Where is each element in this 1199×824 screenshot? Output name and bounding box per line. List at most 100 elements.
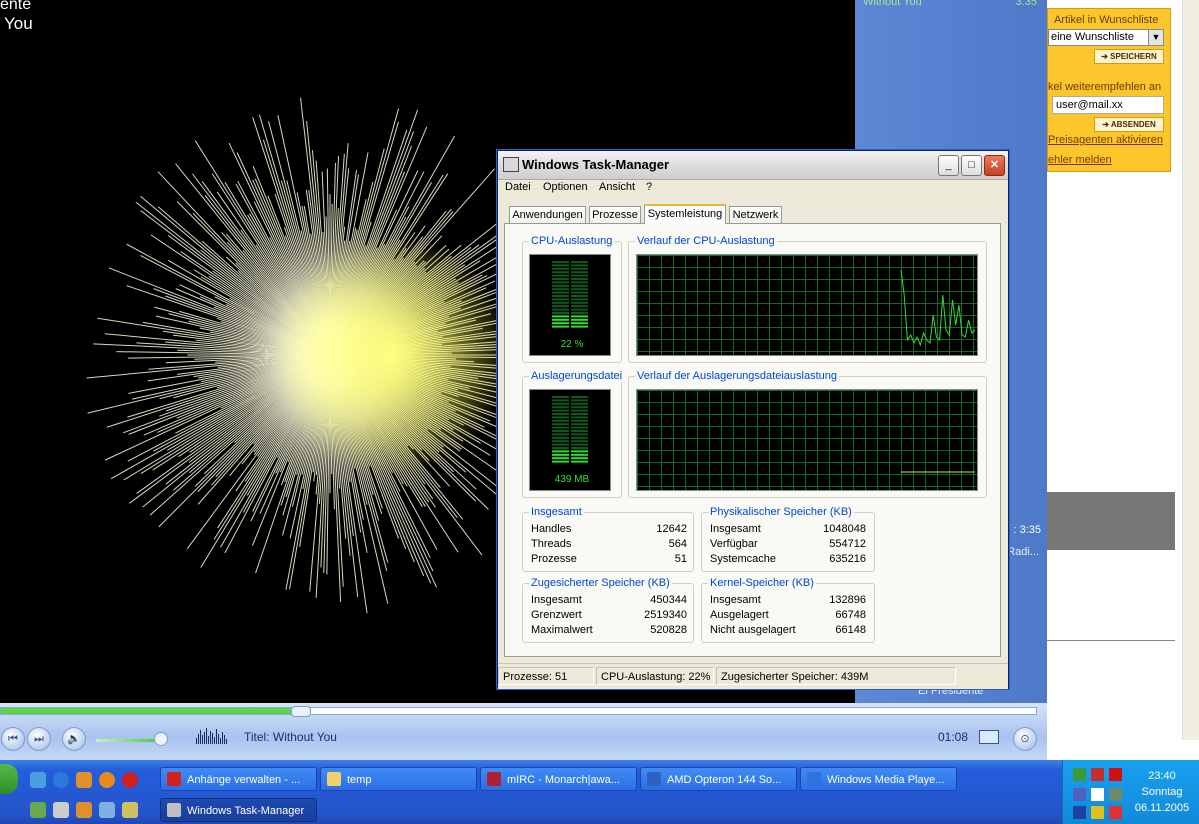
search-icon[interactable] [76,802,92,818]
stat-key: Verfügbar [710,538,758,550]
meter-segment [571,315,588,318]
calculator-icon[interactable] [53,802,69,818]
tray-alert-icon[interactable] [1109,806,1122,819]
window-titlebar[interactable]: Windows Task-Manager _ □ ✕ [498,151,1008,180]
next-button[interactable]: ⏭ [27,727,51,751]
stat-row: Insgesamt 132896 [710,594,866,609]
wishlist-box: Artikel in Wunschliste eine Wunschliste … [1047,8,1171,172]
meter-segment [552,291,569,294]
meter-segment [571,261,588,263]
clock-time: 23:40 [1148,770,1176,782]
close-button[interactable]: ✕ [984,155,1005,176]
network-icon[interactable] [30,802,46,818]
meter-segment [571,325,588,328]
firefox-icon[interactable] [99,772,115,788]
stat-row: Grenzwert 2519340 [531,609,687,624]
price-agent-link[interactable]: Preisagenten aktivieren [1048,134,1163,146]
maximize-icon: □ [968,159,975,171]
taskbar-button[interactable]: Anhänge verwalten - ... [160,767,317,791]
previous-button[interactable]: ⏮ [1,727,25,751]
stat-value: 450344 [650,594,687,606]
meter-segment [552,325,569,328]
minimize-button[interactable]: _ [938,155,959,176]
volume-icon[interactable] [1091,788,1104,801]
status-bar: Prozesse: 51 CPU-Auslastung: 22% Zugesic… [498,663,1008,689]
tab-applications[interactable]: Anwendungen [509,206,586,223]
meter-segment [552,312,569,314]
collapse-icon: ⊙ [1020,733,1030,745]
meter-segment [571,457,588,460]
cpu-history-label: Verlauf der CPU-Auslastung [635,235,777,247]
stat-row: Insgesamt 450344 [531,594,687,609]
elapsed-time: 01:08 [938,730,969,744]
clock[interactable]: 23:40 Sonntag 06.11.2005 [1127,768,1197,816]
tray-green-icon[interactable] [1073,768,1086,781]
volume-handle[interactable] [154,732,168,746]
seek-bar[interactable] [0,706,1037,717]
wishlist-select[interactable]: eine Wunschliste ▼ [1048,29,1164,46]
report-error-link[interactable]: ehler melden [1048,154,1112,166]
meter-segment [571,430,588,432]
status-processes: Prozesse: 51 [498,667,594,685]
tray-shield-icon[interactable] [1073,806,1086,819]
internet-explorer-icon[interactable] [53,772,69,788]
meter-segment [552,430,569,432]
meter-segment [552,305,569,308]
quicklaunch-app-icon[interactable] [76,772,92,788]
vertical-scrollbar[interactable] [1182,0,1199,740]
tab-performance[interactable]: Systemleistung [644,204,726,224]
taskbar-button[interactable]: Windows Media Playe... [800,767,957,791]
meter-segment [571,453,588,456]
meter-segment [552,288,569,291]
menu-view[interactable]: Ansicht [599,181,635,193]
task-manager-icon [503,157,519,172]
stat-row: Insgesamt 1048048 [710,523,866,538]
start-button[interactable] [0,764,18,794]
chevron-down-icon[interactable]: ▼ [1148,30,1163,45]
meter-segment [571,295,588,297]
meter-segment [552,315,569,318]
send-button[interactable]: ➔ ABSENDEN [1094,117,1164,132]
tab-processes[interactable]: Prozesse [589,206,641,223]
taskbar-button-active[interactable]: Windows Task-Manager [160,798,317,822]
email-field[interactable]: user@mail.xx [1052,96,1164,114]
wishlist-title: Artikel in Wunschliste [1054,14,1159,26]
tray-app-icon[interactable] [1091,768,1104,781]
menu-options[interactable]: Optionen [543,181,588,193]
meter-segment [571,271,588,274]
desktop-icon[interactable] [30,772,46,788]
totals-label: Insgesamt [529,506,584,518]
previous-icon: ⏮ [8,733,18,745]
maximize-button[interactable]: □ [961,155,982,176]
browser-icon [647,772,661,786]
tray-pencil-icon[interactable] [1091,806,1104,819]
playlist-radio-link[interactable]: Radi... [1007,546,1039,558]
menu-file[interactable]: Datei [505,181,531,193]
volume-slider[interactable] [96,739,162,742]
taskbar-button[interactable]: mIRC - Monarch|awa... [480,767,637,791]
tools-icon[interactable] [122,802,138,818]
ati-icon[interactable] [1109,768,1122,781]
messenger-icon[interactable] [99,802,115,818]
seek-handle[interactable] [290,706,311,717]
stat-value: 2519340 [644,609,687,621]
taskbar-button[interactable]: temp [320,767,477,791]
meter-segment [571,426,588,429]
meter-segment [552,460,569,463]
tab-network[interactable]: Netzwerk [729,206,782,223]
content-block [1047,492,1175,550]
meter-segment [571,284,588,287]
playlist-track-title[interactable]: Without You [863,0,922,8]
menu-help[interactable]: ? [646,181,652,193]
taskbar-button[interactable]: AMD Opteron 144 So... [640,767,797,791]
save-button[interactable]: ➔ SPEICHERN [1094,49,1164,64]
now-playing-title: You [4,14,33,33]
meter-segment [552,264,569,267]
clock-date: 06.11.2005 [1134,802,1190,814]
collapse-button[interactable]: ⊙ [1013,727,1037,751]
tray-usb-icon[interactable] [1109,788,1122,801]
mini-mode-icon[interactable] [979,730,999,744]
opera-icon[interactable] [122,772,138,788]
mute-button[interactable]: 🔈 [62,727,86,751]
tray-network-icon[interactable] [1073,788,1086,801]
